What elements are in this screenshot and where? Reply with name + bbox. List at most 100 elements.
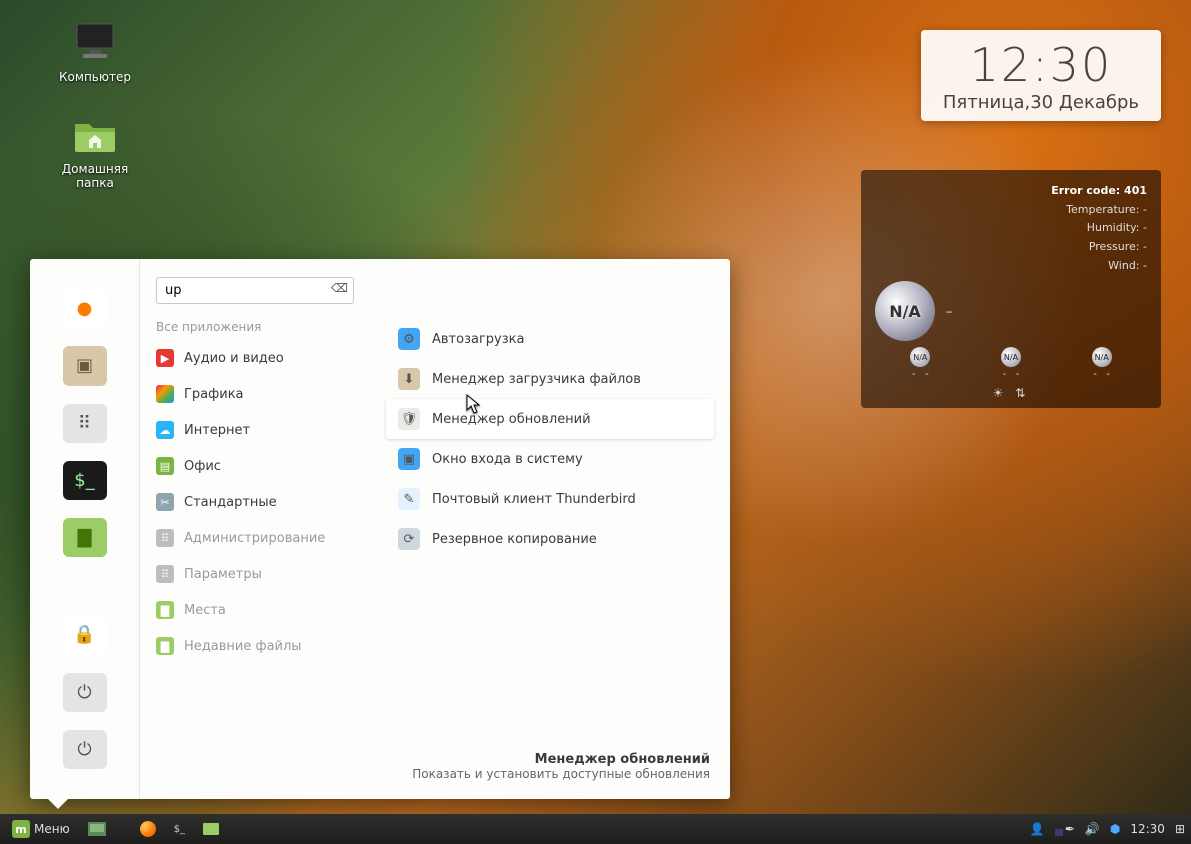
- desktop-icon-home[interactable]: Домашняя папка: [45, 110, 145, 190]
- category-places[interactable]: ▇ Места: [140, 592, 370, 628]
- computer-icon: [71, 18, 119, 66]
- taskbar-launcher-files[interactable]: [197, 820, 225, 838]
- desktop-icon-label: Домашняя папка: [62, 162, 128, 190]
- system-tray: 👤 ✒ 🔊 ⬢ 12:30 ⊞: [1030, 822, 1185, 836]
- menu-app-description: Менеджер обновлений Показать и установит…: [386, 742, 714, 783]
- category-label: Недавние файлы: [184, 639, 302, 654]
- weather-row: Temperature: -: [875, 201, 1147, 220]
- terminal-icon: $_: [174, 824, 185, 835]
- category-preferences[interactable]: ⠿ Параметры: [140, 556, 370, 592]
- desktop-icons: Компьютер Домашняя папка: [45, 18, 145, 190]
- weather-widget[interactable]: Error code: 401 Temperature: - Humidity:…: [861, 170, 1161, 408]
- graphics-icon: [156, 385, 174, 403]
- internet-icon: ☁: [156, 421, 174, 439]
- recent-icon: ▇: [156, 637, 174, 655]
- firefox-icon: [140, 821, 156, 837]
- category-label: Офис: [184, 459, 221, 474]
- app-download-manager[interactable]: ⬇ Менеджер загрузчика файлов: [386, 359, 714, 399]
- app-label: Резервное копирование: [432, 532, 597, 547]
- favorite-settings[interactable]: ⠿: [63, 404, 107, 443]
- tray-updates-icon[interactable]: ✒: [1065, 822, 1075, 836]
- audio-video-icon: ▶: [156, 349, 174, 367]
- taskbar-menu-label: Меню: [34, 822, 70, 836]
- search-input[interactable]: [156, 277, 354, 304]
- autostart-icon: ⚙: [398, 328, 420, 350]
- weather-forecast: N/A- - N/A- - N/A- -: [875, 347, 1147, 380]
- show-desktop-icon: [88, 822, 106, 836]
- taskbar: m Меню $_ 👤 ✒ 🔊 ⬢ 12:30 ⊞: [0, 814, 1191, 844]
- favorite-software-manager[interactable]: ▣: [63, 346, 107, 385]
- clock-time: 12:30: [943, 38, 1139, 92]
- category-label: Места: [184, 603, 226, 618]
- weather-row: Wind: -: [875, 257, 1147, 276]
- weather-current: N/A -: [875, 281, 1147, 341]
- category-administration[interactable]: ⠿ Администрирование: [140, 520, 370, 556]
- app-autostart[interactable]: ⚙ Автозагрузка: [386, 319, 714, 359]
- app-update-manager[interactable]: 🛡 Менеджер обновлений: [386, 399, 714, 439]
- app-login-window[interactable]: ▣Окно входа в систему: [386, 439, 714, 479]
- accessories-icon: ✂: [156, 493, 174, 511]
- desktop-icon-label: Компьютер: [59, 70, 131, 84]
- app-label: Почтовый клиент Thunderbird: [432, 492, 636, 507]
- preferences-icon: ⠿: [156, 565, 174, 583]
- menu-favorites: ● ▣ ⠿ $_ ▇ 🔒 ⏻ ⏻: [30, 259, 140, 799]
- taskbar-launcher-terminal[interactable]: $_: [168, 821, 191, 838]
- menu-app-description-sub: Показать и установить доступные обновлен…: [390, 767, 710, 781]
- clock-widget[interactable]: 12:30 Пятница,30 Декабрь: [921, 30, 1161, 121]
- tray-expand-icon[interactable]: ⊞: [1175, 822, 1185, 836]
- category-internet[interactable]: ☁ Интернет: [140, 412, 370, 448]
- weather-row: Humidity: -: [875, 219, 1147, 238]
- weather-error: Error code: 401: [875, 182, 1147, 201]
- category-label: Параметры: [184, 567, 262, 582]
- tray-volume-icon[interactable]: 🔊: [1085, 822, 1100, 836]
- category-label: Аудио и видео: [184, 351, 284, 366]
- search-clear-icon[interactable]: ⌫: [331, 281, 348, 295]
- forecast-day: N/A- -: [910, 347, 930, 380]
- weather-refresh[interactable]: ☀ ⇅: [875, 386, 1147, 400]
- menu-apps-column: ⚙ Автозагрузка ⬇ Менеджер загрузчика файлов…: [370, 259, 730, 799]
- app-label: Окно входа в систему: [432, 452, 583, 467]
- update-manager-icon: 🛡: [398, 408, 420, 430]
- tray-user-icon[interactable]: 👤: [1030, 822, 1045, 836]
- favorite-terminal[interactable]: $_: [63, 461, 107, 500]
- tray-shield-icon[interactable]: ⬢: [1110, 822, 1120, 836]
- app-thunderbird[interactable]: ✎ Почтовый клиент Thunderbird: [386, 479, 714, 519]
- favorite-files[interactable]: ▇: [63, 518, 107, 557]
- favorite-logout[interactable]: ⏻: [63, 673, 107, 712]
- places-icon: ▇: [156, 601, 174, 619]
- taskbar-launcher-firefox[interactable]: [134, 818, 162, 840]
- weather-current-temp: -: [945, 299, 953, 324]
- weather-condition-icon: N/A: [875, 281, 935, 341]
- category-recent[interactable]: ▇ Недавние файлы: [140, 628, 370, 664]
- app-label: Менеджер обновлений: [432, 412, 591, 427]
- favorite-lock[interactable]: 🔒: [63, 615, 107, 654]
- favorite-shutdown[interactable]: ⏻: [63, 730, 107, 769]
- weather-rows: Error code: 401 Temperature: - Humidity:…: [875, 182, 1147, 275]
- thunderbird-icon: ✎: [398, 488, 420, 510]
- forecast-day: N/A- -: [1092, 347, 1112, 380]
- tray-clock[interactable]: 12:30: [1130, 822, 1165, 836]
- category-label: Графика: [184, 387, 244, 402]
- category-label: Администрирование: [184, 531, 325, 546]
- category-graphics[interactable]: Графика: [140, 376, 370, 412]
- download-manager-icon: ⬇: [398, 368, 420, 390]
- app-backup[interactable]: ⟳ Резервное копирование: [386, 519, 714, 559]
- desktop-icon-computer[interactable]: Компьютер: [45, 18, 145, 84]
- taskbar-menu-button[interactable]: m Меню: [6, 817, 76, 841]
- category-office[interactable]: ▤ Офис: [140, 448, 370, 484]
- category-label: Интернет: [184, 423, 250, 438]
- category-label: Стандартные: [184, 495, 277, 510]
- backup-icon: ⟳: [398, 528, 420, 550]
- files-icon: [203, 823, 219, 835]
- forecast-day: N/A- -: [1001, 347, 1021, 380]
- app-label: Менеджер загрузчика файлов: [432, 372, 641, 387]
- administration-icon: ⠿: [156, 529, 174, 547]
- app-label: Автозагрузка: [432, 332, 524, 347]
- office-icon: ▤: [156, 457, 174, 475]
- start-menu: ●▣⠿$_▇🔒⏻⏻ ⌫ Все приложения ▶Аудио и виде…: [30, 259, 730, 799]
- category-audio-video[interactable]: ▶ Аудио и видео: [140, 340, 370, 376]
- menu-categories-column: ⌫ Все приложения ▶Аудио и видеоГрафика☁И…: [140, 259, 370, 799]
- taskbar-show-desktop[interactable]: [82, 819, 112, 839]
- category-accessories[interactable]: ✂ Стандартные: [140, 484, 370, 520]
- favorite-firefox[interactable]: ●: [63, 289, 107, 328]
